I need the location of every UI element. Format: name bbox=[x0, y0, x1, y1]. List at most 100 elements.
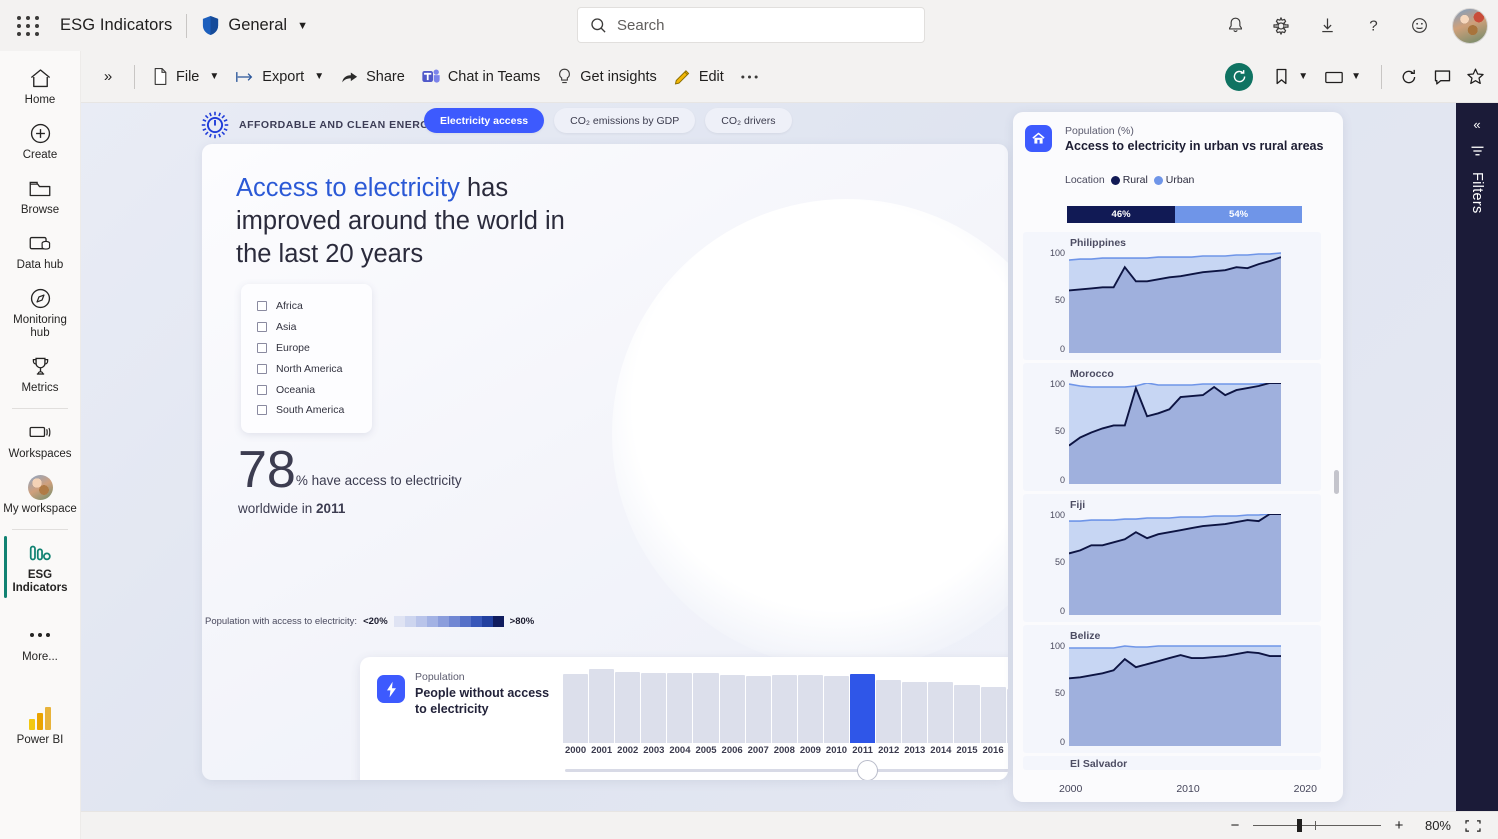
timeline-slider-handle[interactable] bbox=[857, 760, 878, 780]
share-button[interactable]: Share bbox=[332, 62, 413, 92]
settings-button[interactable] bbox=[1262, 7, 1300, 45]
sidebar-item-esg-indicators[interactable]: ESG Indicators bbox=[0, 533, 81, 601]
zoom-slider[interactable] bbox=[1253, 819, 1381, 832]
small-multiple-panel[interactable]: Belize 100 50 0 bbox=[1023, 625, 1321, 753]
timeline-bar[interactable] bbox=[797, 675, 823, 743]
chevron-down-icon: ▼ bbox=[209, 71, 220, 82]
stacked-segment-urban[interactable]: 54% bbox=[1175, 206, 1302, 223]
timeline-bar[interactable] bbox=[771, 675, 797, 743]
checkbox-icon bbox=[257, 301, 267, 312]
timeline-bar[interactable] bbox=[563, 673, 589, 743]
sidebar-item-my-workspace[interactable]: My workspace bbox=[0, 467, 81, 522]
tab-electricity-access[interactable]: Electricity access bbox=[424, 108, 545, 133]
fit-to-page-button[interactable] bbox=[1462, 817, 1484, 835]
zoom-out-button[interactable]: − bbox=[1228, 817, 1242, 834]
zoom-slider-handle[interactable] bbox=[1297, 819, 1302, 832]
avatar[interactable] bbox=[1452, 7, 1488, 44]
stacked-bar[interactable]: 46% 54% bbox=[1067, 206, 1302, 223]
tab-co2-emissions-by-gdp[interactable]: CO₂ emissions by GDP bbox=[554, 108, 696, 133]
timeline-bar[interactable] bbox=[980, 687, 1006, 743]
more-options-button[interactable] bbox=[732, 68, 767, 86]
legend-item-urban[interactable]: Urban bbox=[1153, 174, 1194, 186]
timeline-bar[interactable] bbox=[615, 672, 641, 743]
bookmarks-button[interactable]: ▼ bbox=[1266, 62, 1316, 92]
y-tick: 100 bbox=[1049, 510, 1065, 520]
chevron-down-icon[interactable]: ▼ bbox=[297, 20, 308, 32]
timeline-bar-chart[interactable] bbox=[563, 669, 1008, 743]
get-insights-label: Get insights bbox=[580, 68, 657, 85]
sidebar-item-data-hub[interactable]: Data hub bbox=[0, 223, 81, 278]
waffle-menu-button[interactable] bbox=[0, 15, 56, 36]
filters-pane[interactable]: « Filters bbox=[1456, 103, 1498, 811]
sidebar-item-browse[interactable]: Browse bbox=[0, 168, 81, 223]
view-button[interactable]: ▼ bbox=[1319, 62, 1369, 92]
sidebar-item-metrics[interactable]: Metrics bbox=[0, 346, 81, 401]
checkbox-africa[interactable]: Africa bbox=[257, 296, 372, 317]
comments-button[interactable] bbox=[1427, 62, 1457, 92]
legend-title: Location bbox=[1065, 174, 1105, 186]
sidebar-item-more[interactable]: More... bbox=[0, 615, 81, 670]
small-multiple-plot bbox=[1069, 645, 1281, 746]
download-button[interactable] bbox=[1308, 7, 1346, 45]
y-tick: 100 bbox=[1049, 248, 1065, 258]
double-chevron-left-icon[interactable]: « bbox=[1473, 117, 1480, 132]
refresh-button[interactable] bbox=[1394, 62, 1424, 92]
timeline-bar[interactable] bbox=[589, 669, 615, 743]
globe-map-visual[interactable] bbox=[612, 199, 1008, 699]
legend-high-label: >80% bbox=[509, 616, 535, 627]
timeline-bar[interactable] bbox=[693, 672, 719, 743]
search-icon bbox=[591, 17, 606, 33]
small-multiple-panel[interactable]: Philippines 100 50 0 bbox=[1023, 232, 1321, 360]
timeline-bar[interactable] bbox=[1006, 689, 1008, 743]
sidebar-item-power-bi[interactable]: Power BI bbox=[0, 698, 81, 753]
checkbox-south-america[interactable]: South America bbox=[257, 400, 372, 421]
help-button[interactable]: ? bbox=[1354, 7, 1392, 45]
sidebar-item-monitoring-hub[interactable]: Monitoring hub bbox=[0, 278, 81, 346]
timeline-bar[interactable] bbox=[667, 672, 693, 743]
zoom-in-button[interactable]: + bbox=[1392, 817, 1406, 834]
small-multiples-area-charts[interactable]: Philippines 100 50 0 Morocco 100 50 0 Fiji 100 50 0… bbox=[1023, 232, 1333, 770]
sidebar-item-workspaces[interactable]: Workspaces bbox=[0, 412, 81, 467]
timeline-bar[interactable] bbox=[902, 681, 928, 743]
timeline-bar[interactable] bbox=[823, 676, 850, 743]
sidebar-item-home[interactable]: Home bbox=[0, 58, 81, 113]
sidebar-item-create[interactable]: Create bbox=[0, 113, 81, 168]
timeline-bar[interactable] bbox=[928, 682, 954, 743]
checkbox-north-america[interactable]: North America bbox=[257, 358, 372, 379]
power-bi-logo-icon bbox=[29, 705, 51, 731]
timeline-bar[interactable] bbox=[719, 674, 745, 743]
checkbox-label: Oceania bbox=[276, 383, 316, 396]
checkbox-asia[interactable]: Asia bbox=[257, 317, 372, 338]
edit-button[interactable]: Edit bbox=[665, 61, 732, 92]
timeline-bar[interactable] bbox=[876, 680, 902, 743]
side-visual-scrollbar[interactable] bbox=[1334, 470, 1339, 494]
timeline-bar[interactable] bbox=[745, 676, 771, 743]
tab-co2-drivers[interactable]: CO₂ drivers bbox=[705, 108, 792, 133]
small-multiple-panel[interactable]: Morocco 100 50 0 bbox=[1023, 363, 1321, 491]
timeline-slider-track[interactable] bbox=[565, 760, 1008, 780]
checkbox-oceania[interactable]: Oceania bbox=[257, 379, 372, 400]
chat-in-teams-button[interactable]: Chat in Teams bbox=[413, 61, 548, 92]
stacked-segment-rural[interactable]: 46% bbox=[1067, 206, 1176, 223]
get-insights-button[interactable]: Get insights bbox=[548, 61, 665, 92]
reset-button[interactable] bbox=[1225, 62, 1254, 91]
small-multiple-panel[interactable]: Fiji 100 50 0 bbox=[1023, 494, 1321, 622]
double-chevron-right-icon[interactable]: » bbox=[91, 60, 125, 94]
feedback-button[interactable] bbox=[1400, 7, 1438, 45]
sidebar-item-label: Power BI bbox=[16, 734, 64, 746]
file-menu-button[interactable]: File ▼ bbox=[144, 61, 227, 92]
export-label: Export bbox=[262, 68, 305, 85]
small-multiple-panel-partial[interactable]: El Salvador bbox=[1023, 756, 1321, 770]
favorite-button[interactable] bbox=[1460, 62, 1490, 92]
legend-item-label: Rural bbox=[1122, 174, 1148, 186]
export-menu-button[interactable]: Export ▼ bbox=[227, 63, 332, 91]
timeline-bar[interactable] bbox=[641, 672, 667, 743]
search-box[interactable]: Search bbox=[577, 7, 925, 43]
legend-item-rural[interactable]: Rural bbox=[1110, 174, 1148, 186]
smiley-icon bbox=[1411, 18, 1427, 33]
timeline-bar[interactable] bbox=[954, 684, 980, 743]
timeline-bar[interactable] bbox=[850, 673, 876, 743]
checkbox-europe[interactable]: Europe bbox=[257, 338, 372, 359]
checkbox-icon bbox=[257, 363, 267, 374]
notifications-button[interactable] bbox=[1216, 7, 1254, 45]
